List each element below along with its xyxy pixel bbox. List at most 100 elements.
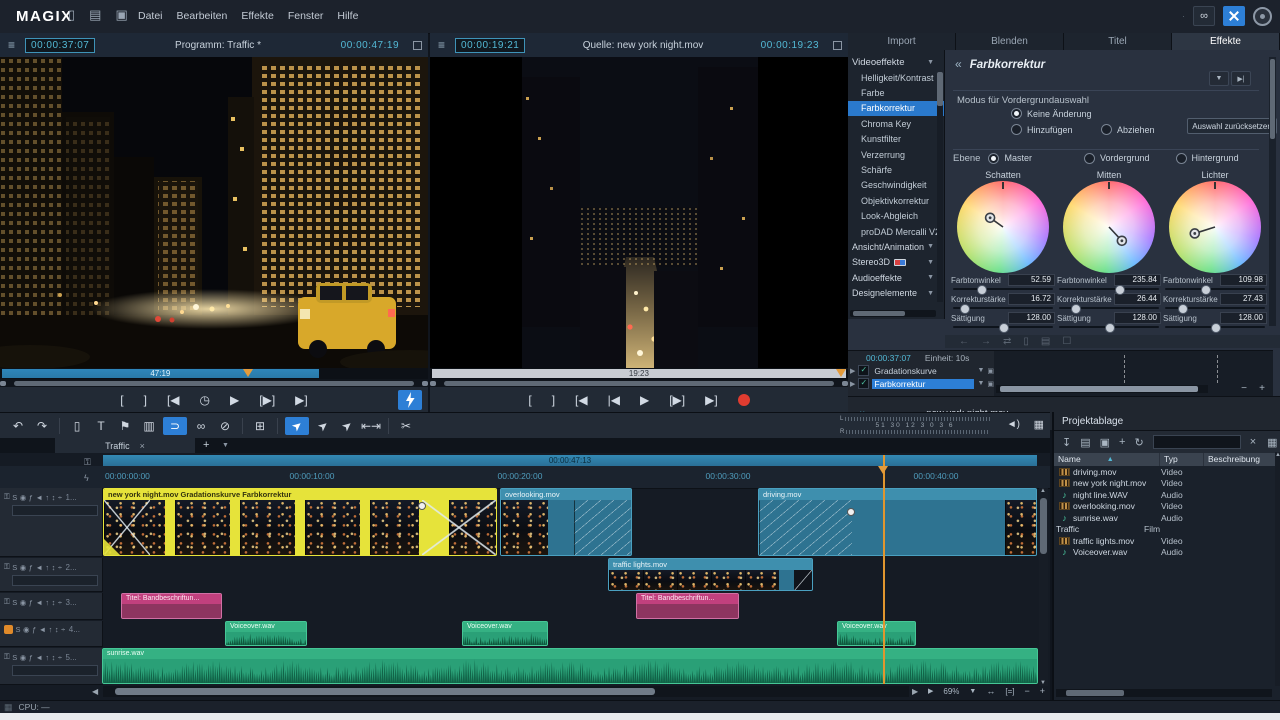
track-pan-icon[interactable]: ÷ xyxy=(58,563,62,572)
bin-row[interactable]: TrafficFilm xyxy=(1054,524,1280,536)
import-icon[interactable]: ↧ xyxy=(1062,436,1071,449)
slider-knob[interactable] xyxy=(999,323,1009,333)
effects-list-hscrollbar[interactable] xyxy=(850,310,936,317)
view-mode-icon[interactable]: ▦ xyxy=(1267,436,1277,449)
track-lock-icon[interactable]: ⚿ xyxy=(4,652,10,662)
effect-item[interactable]: Farbkorrektur xyxy=(848,101,944,116)
track-mute-icon[interactable]: ◄ xyxy=(35,653,42,662)
collapse-button[interactable]: ▼ xyxy=(1209,71,1229,86)
keyframe-hscrollbar[interactable] xyxy=(996,385,1208,393)
group-button[interactable]: ∞ xyxy=(189,419,213,433)
track-lock-icon[interactable]: ⚿ xyxy=(4,492,10,502)
track-fx-icon[interactable]: ƒ xyxy=(29,598,33,607)
track-pan-icon[interactable]: ÷ xyxy=(61,625,65,634)
mouse-mode-single-button[interactable]: ➤ xyxy=(285,417,309,435)
source-playhead-marker[interactable] xyxy=(836,369,846,377)
keyframe-timeline[interactable]: − + xyxy=(994,351,1273,396)
program-scrollbar[interactable] xyxy=(0,379,428,387)
param-value[interactable]: 27.43 xyxy=(1220,293,1267,305)
track-mute-icon[interactable]: ◄ xyxy=(35,563,42,572)
effect-item[interactable]: Objektivkorrektur xyxy=(848,193,944,208)
track-visibility-icon[interactable]: ◉ xyxy=(20,653,27,662)
param-slider[interactable] xyxy=(1059,305,1159,311)
param-slider[interactable] xyxy=(1059,286,1159,292)
timeline-clip[interactable]: driving.mov xyxy=(758,488,1037,556)
effects-list-vscrollbar[interactable] xyxy=(937,72,943,302)
pin-button[interactable]: ▶| xyxy=(1231,71,1251,86)
lock-icon[interactable]: ⚿ xyxy=(84,457,91,468)
timeline-clip[interactable]: Titel: Bandbeschriftun... xyxy=(121,593,222,619)
fit-selection-icon[interactable]: [=] xyxy=(1005,687,1014,696)
open-project-icon[interactable]: ▤ xyxy=(89,7,101,23)
play-button[interactable]: ▶ xyxy=(640,394,649,406)
track-pan-icon[interactable]: ÷ xyxy=(58,653,62,662)
source-timecode-current[interactable]: 00:00:19:21 xyxy=(455,38,525,53)
track-monitor-icon[interactable]: ↑ xyxy=(49,625,53,634)
keyframe-track-farbkorrektur[interactable]: ▶✓Farbkorrektur▼▣ xyxy=(848,377,994,390)
param-slider[interactable] xyxy=(1059,324,1159,330)
source-video-preview[interactable] xyxy=(430,57,848,368)
project-tab[interactable]: Traffic× xyxy=(55,438,195,453)
track-name-field[interactable] xyxy=(12,505,98,516)
program-video-preview[interactable] xyxy=(0,57,428,368)
track-fx-icon[interactable]: ƒ xyxy=(32,625,36,634)
menu-item-effekte[interactable]: Effekte xyxy=(241,10,274,22)
param-value[interactable]: 52.59 xyxy=(1008,274,1055,286)
track-mute-icon[interactable]: ◄ xyxy=(35,493,42,502)
param-slider[interactable] xyxy=(953,305,1053,311)
clear-search-icon[interactable]: × xyxy=(1250,436,1256,448)
mode-radio-hinzufügen[interactable]: Hinzufügen xyxy=(1011,124,1073,135)
menu-item-bearbeiten[interactable]: Bearbeiten xyxy=(177,10,228,22)
timeline-hscrollbar[interactable] xyxy=(103,686,909,697)
mouse-mode-track-button[interactable]: ➤ xyxy=(335,419,359,433)
slider-knob[interactable] xyxy=(1211,323,1221,333)
timeline-clip[interactable]: overlooking.mov xyxy=(500,488,632,556)
program-playhead-marker[interactable] xyxy=(243,369,253,377)
zoom-menu-icon[interactable]: ▼ xyxy=(969,688,976,695)
color-wheel-schatten[interactable] xyxy=(957,181,1049,273)
zoom-in-icon[interactable]: + xyxy=(1259,383,1265,394)
bin-row[interactable]: driving.movVideo xyxy=(1054,466,1280,478)
effect-item[interactable]: Geschwindigkeit xyxy=(848,178,944,193)
timeline-clip[interactable]: Voiceover.wav xyxy=(225,621,307,646)
curve-keyframe-dot[interactable] xyxy=(847,508,855,516)
track-mute-icon[interactable]: ◄ xyxy=(39,625,46,634)
track-solo-icon[interactable]: S xyxy=(12,563,17,572)
mode-radio-abziehen[interactable]: Abziehen xyxy=(1101,124,1155,135)
save-project-icon[interactable]: ▣ xyxy=(115,7,127,23)
marker-button[interactable]: ⚑ xyxy=(113,419,137,433)
bin-row[interactable]: ♪Voiceover.wavAudio xyxy=(1054,547,1280,559)
prev-keyframe-icon[interactable]: ← xyxy=(959,336,969,347)
object-meter-button[interactable]: ▥ xyxy=(137,419,161,433)
play-button[interactable]: ▶ xyxy=(230,394,239,406)
tab-menu-icon[interactable]: ▼ xyxy=(222,442,229,449)
timeline-clip[interactable]: Voiceover.wav xyxy=(837,621,916,646)
track-solo-icon[interactable]: S xyxy=(12,653,17,662)
zoom-out-icon[interactable]: − xyxy=(1241,383,1247,394)
effect-item[interactable]: Chroma Key xyxy=(848,116,944,131)
param-slider[interactable] xyxy=(953,324,1053,330)
bin-row[interactable]: new york night.movVideo xyxy=(1054,478,1280,490)
track-fx-icon[interactable]: ƒ xyxy=(29,563,33,572)
effect-panel-vscrollbar[interactable] xyxy=(1269,57,1276,326)
effect-group-designelemente[interactable]: Designelemente▼ xyxy=(848,285,944,300)
undock-icon[interactable] xyxy=(413,41,422,50)
slider-knob[interactable] xyxy=(1105,323,1115,333)
param-slider[interactable] xyxy=(1165,286,1265,292)
source-seekbar[interactable]: 19:23 xyxy=(430,368,848,379)
slider-knob[interactable] xyxy=(960,304,970,314)
delete-keyframe-icon[interactable]: ▯ xyxy=(1023,336,1029,347)
effect-item[interactable]: proDAD Mercalli V2 xyxy=(848,224,944,239)
tab-effekte[interactable]: Effekte xyxy=(1172,33,1280,50)
track-fader-icon[interactable]: ↕ xyxy=(52,598,56,607)
slider-knob[interactable] xyxy=(1178,304,1188,314)
bin-vscrollbar[interactable]: ▲ xyxy=(1275,452,1280,686)
track-fader-icon[interactable]: ↕ xyxy=(52,493,56,502)
track-fader-icon[interactable]: ↕ xyxy=(52,563,56,572)
param-value[interactable]: 128.00 xyxy=(1008,312,1055,324)
track-name-field[interactable] xyxy=(12,575,98,586)
mark-out-button[interactable]: ] xyxy=(144,394,147,406)
effects-category-header[interactable]: Videoeffekte▼ xyxy=(848,54,944,70)
speaker-icon[interactable]: ◄) xyxy=(1007,419,1020,430)
help-icon[interactable] xyxy=(1253,7,1272,26)
